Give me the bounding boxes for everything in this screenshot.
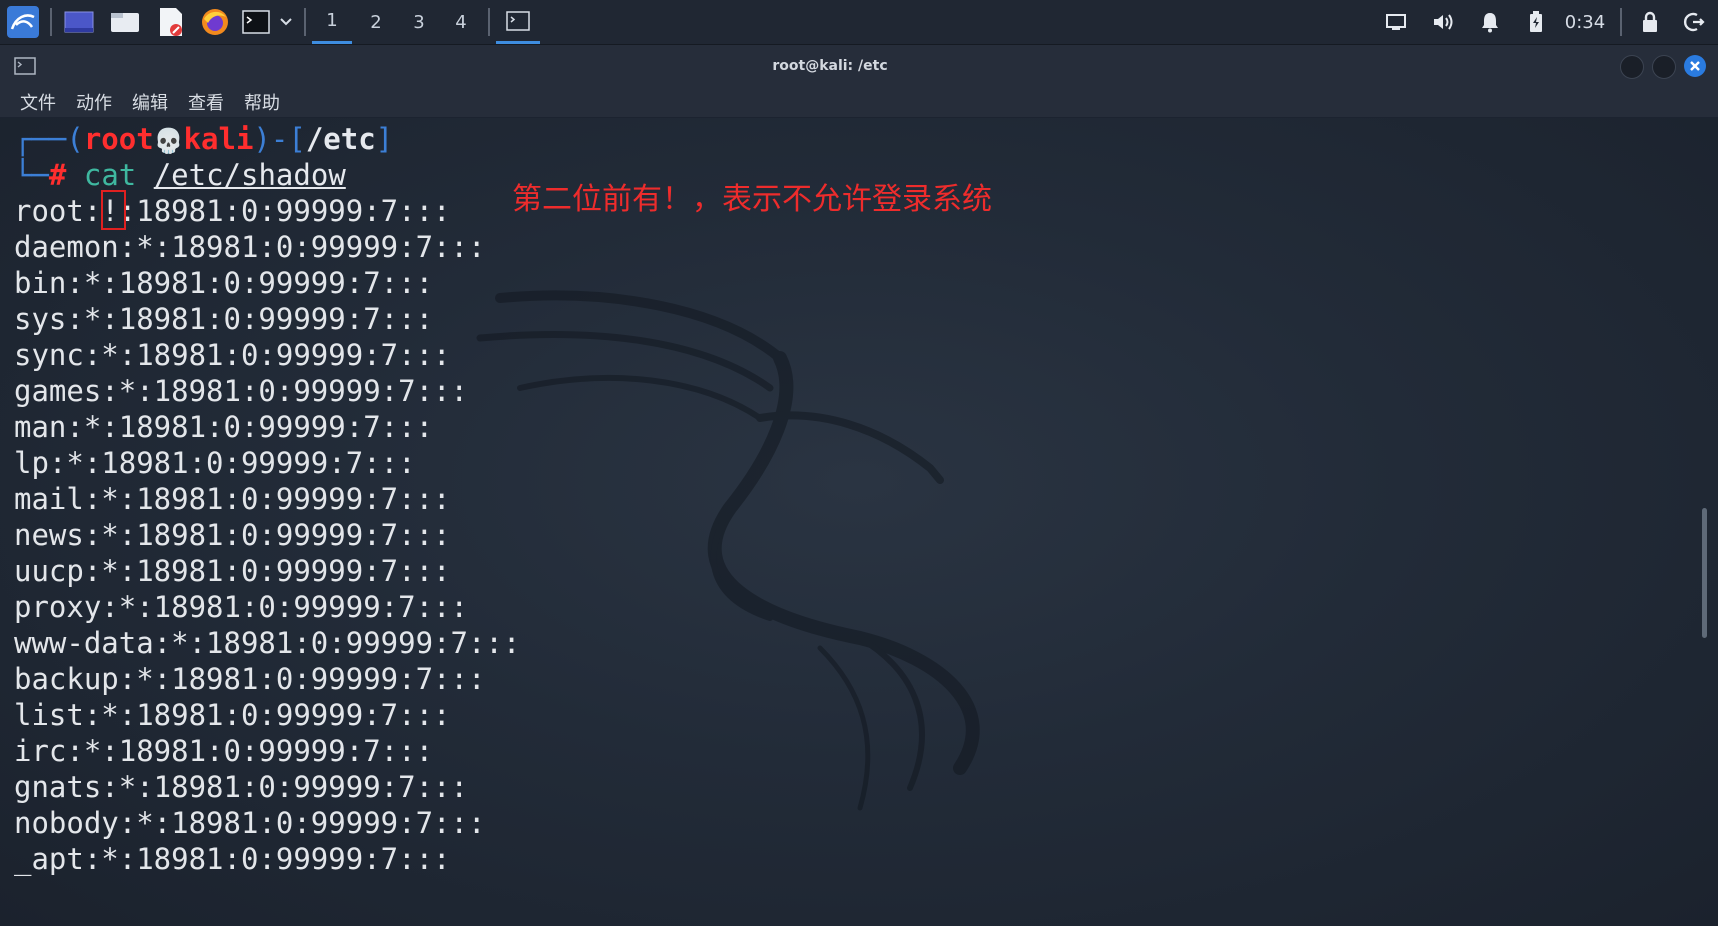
clock-text: 0:34: [1564, 11, 1606, 33]
prompt-decoration: └─: [14, 158, 49, 192]
prompt-hash: #: [48, 158, 67, 192]
prompt-line: ┌──(root💀kali)-[/etc]: [14, 121, 393, 157]
shadow-entry: www-data:*:18981:0:99999:7:::: [14, 626, 521, 660]
menu-view[interactable]: 查看: [188, 89, 224, 115]
entry-username: root: [14, 194, 84, 228]
prompt-host: kali: [183, 122, 254, 156]
annotation-highlight-box: [101, 190, 126, 230]
volume-icon[interactable]: [1428, 0, 1460, 44]
annotation-text: 第二位前有！，表示不允许登录系统: [512, 182, 992, 217]
taskbar-separator: [304, 8, 306, 36]
prompt-user: root: [83, 122, 154, 156]
chevron-down-icon[interactable]: [276, 0, 296, 44]
kali-menu-icon[interactable]: [4, 0, 42, 44]
shadow-entry: sys:*:18981:0:99999:7:::: [14, 302, 434, 336]
taskbar-separator: [50, 8, 52, 36]
window-titlebar[interactable]: root@kali: /etc: [0, 45, 1718, 87]
shadow-entry: news:*:18981:0:99999:7:::: [14, 518, 451, 552]
taskbar-separator: [488, 8, 490, 36]
workspace-1[interactable]: 1: [312, 0, 352, 44]
menu-file[interactable]: 文件: [20, 89, 56, 115]
window-title: root@kali: /etc: [772, 58, 888, 74]
shadow-entry: mail:*:18981:0:99999:7:::: [14, 482, 451, 516]
shadow-entry: list:*:18981:0:99999:7:::: [14, 698, 451, 732]
shadow-entry: backup:*:18981:0:99999:7:::: [14, 662, 486, 696]
shadow-entry: gnats:*:18981:0:99999:7:::: [14, 770, 468, 804]
notification-bell-icon[interactable]: [1474, 0, 1506, 44]
menu-edit[interactable]: 编辑: [132, 89, 168, 115]
shadow-entry-root: root:!:18981:0:99999:7:::: [14, 194, 451, 228]
kali-dragon-watermark-icon: [476, 290, 980, 811]
command-name: cat: [83, 158, 137, 192]
menu-bar: 文件 动作 编辑 查看 帮助: [0, 87, 1718, 117]
shadow-entry: uucp:*:18981:0:99999:7:::: [14, 554, 451, 588]
workspace-4[interactable]: 4: [441, 0, 481, 44]
firefox-icon[interactable]: [196, 0, 234, 44]
prompt-decoration: ]: [375, 122, 394, 156]
minimize-button[interactable]: [1620, 55, 1644, 79]
shadow-entry: man:*:18981:0:99999:7:::: [14, 410, 434, 444]
prompt-decoration: ┌──(: [14, 122, 84, 156]
skull-icon: 💀: [153, 127, 184, 155]
taskbar-separator: [1620, 8, 1622, 36]
shadow-entry: games:*:18981:0:99999:7:::: [14, 374, 468, 408]
taskbar-terminal-window[interactable]: [496, 0, 540, 44]
close-icon: [1690, 61, 1700, 71]
close-button[interactable]: [1684, 55, 1706, 77]
shadow-entry: sync:*:18981:0:99999:7:::: [14, 338, 451, 372]
text-editor-icon[interactable]: [152, 0, 190, 44]
lock-icon[interactable]: [1634, 0, 1666, 44]
shadow-entry: bin:*:18981:0:99999:7:::: [14, 266, 434, 300]
desktop-icon[interactable]: [60, 0, 98, 44]
entry-fields: :18981:0:99999:7:::: [118, 194, 451, 228]
shadow-entry: lp:*:18981:0:99999:7:::: [14, 446, 416, 480]
clock[interactable]: 0:34: [1560, 0, 1610, 44]
logout-icon[interactable]: [1678, 0, 1710, 44]
taskbar: 1 2 3 4 0:34: [0, 0, 1718, 45]
battery-icon[interactable]: [1520, 0, 1552, 44]
command-line: └─# cat /etc/shadow: [14, 157, 346, 193]
menu-action[interactable]: 动作: [76, 89, 112, 115]
menu-help[interactable]: 帮助: [244, 89, 280, 115]
shadow-entry: nobody:*:18981:0:99999:7:::: [14, 806, 486, 840]
command-argument: /etc/shadow: [153, 158, 346, 192]
terminal-scrollbar[interactable]: [1702, 508, 1707, 638]
display-icon[interactable]: [1380, 0, 1412, 44]
workspace-2[interactable]: 2: [356, 0, 396, 44]
shadow-entry: _apt:*:18981:0:99999:7:::: [14, 842, 451, 876]
maximize-button[interactable]: [1652, 55, 1676, 79]
shadow-entry: proxy:*:18981:0:99999:7:::: [14, 590, 468, 624]
shadow-entry: daemon:*:18981:0:99999:7:::: [14, 230, 486, 264]
file-manager-icon[interactable]: [106, 0, 144, 44]
workspace-3[interactable]: 3: [399, 0, 439, 44]
prompt-cwd: /etc: [305, 122, 376, 156]
terminal-launcher-icon[interactable]: [240, 0, 272, 44]
terminal-output-area[interactable]: ┌──(root💀kali)-[/etc] └─# cat /etc/shado…: [0, 118, 1718, 926]
shadow-entry: irc:*:18981:0:99999:7:::: [14, 734, 434, 768]
prompt-decoration: )-[: [253, 122, 306, 156]
